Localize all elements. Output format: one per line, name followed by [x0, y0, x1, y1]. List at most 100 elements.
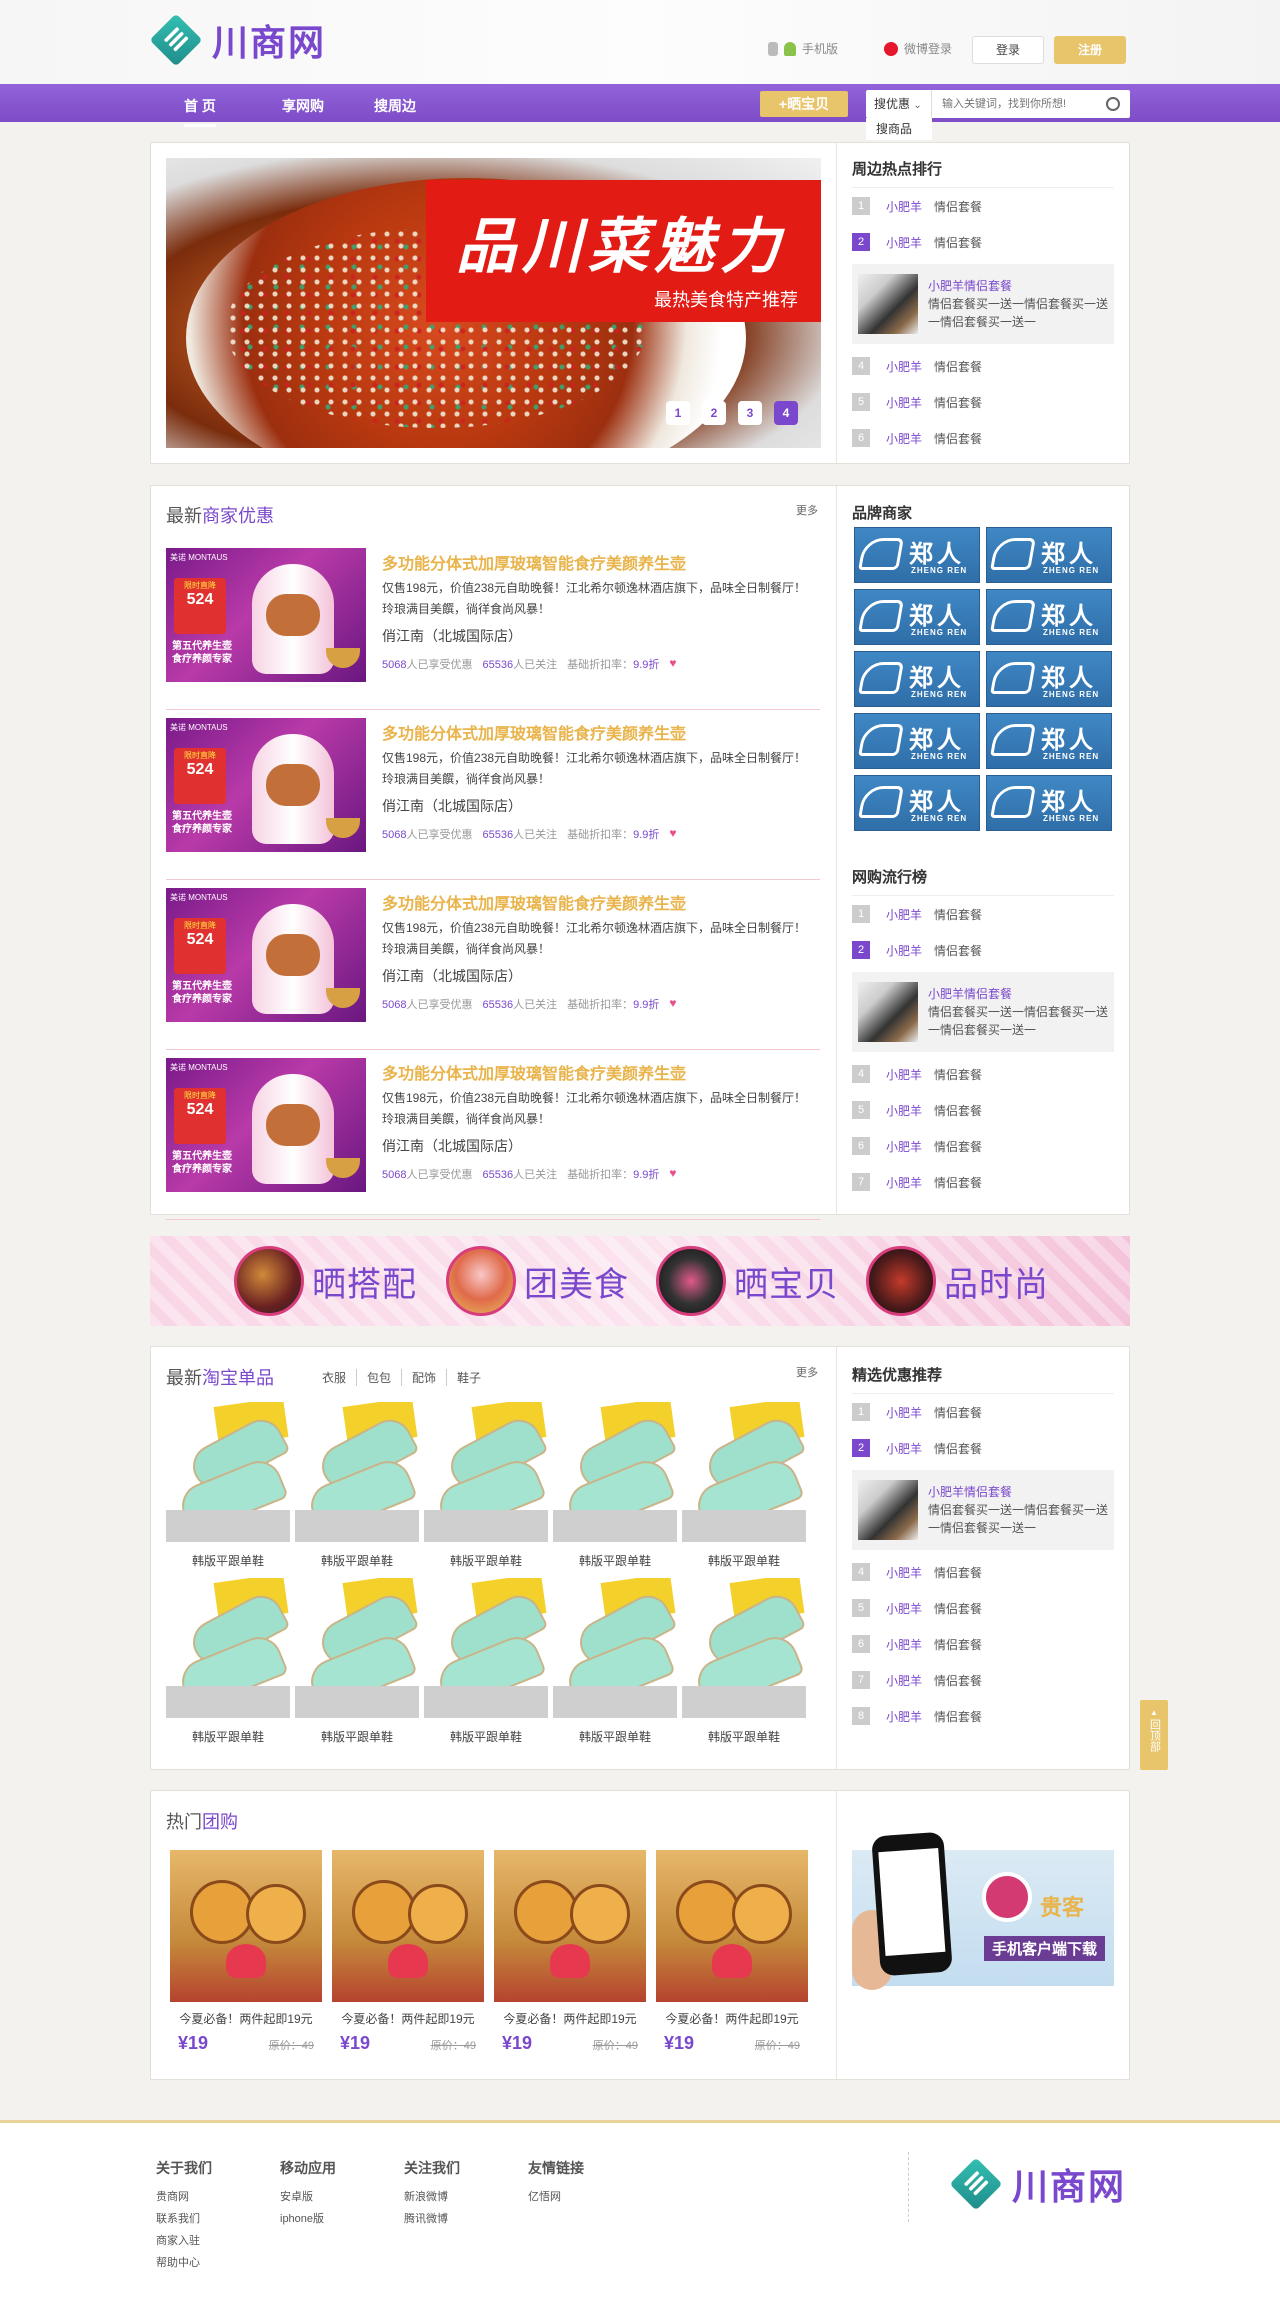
footer-link[interactable]: 安卓版 — [280, 2186, 336, 2208]
group-buy-card[interactable]: 今夏必备！两件起即19元 ¥19 原价：49 — [656, 1850, 808, 2054]
brand-logo[interactable]: 郑人 ZHENG REN — [854, 651, 980, 707]
deal-card[interactable]: 美诺 MONTAUS 限时直降 524 第五代养生壶 食疗养颜专家 多功能分体式加厚玻璃… — [166, 880, 820, 1050]
product-card[interactable]: 韩版平跟单鞋 — [424, 1402, 548, 1578]
search-input[interactable] — [932, 98, 1106, 110]
product-image[interactable] — [682, 1402, 806, 1542]
product-image[interactable] — [553, 1402, 677, 1542]
rank-row[interactable]: 7 小肥羊 情侣套餐 — [852, 1662, 1114, 1698]
rank-item[interactable]: 情侣套餐 — [934, 1066, 982, 1083]
rank-featured[interactable]: 小肥羊情侣套餐 情侣套餐买一送一情侣套餐买一送一情侣套餐买一送一 — [852, 972, 1114, 1052]
deals-more-link[interactable]: 更多 — [796, 502, 818, 518]
deal-title[interactable]: 多功能分体式加厚玻璃智能食疗美颜养生壶 — [382, 550, 686, 574]
deal-shop[interactable]: 俏江南（北城国际店） — [382, 626, 522, 646]
rank-item[interactable]: 情侣套餐 — [934, 906, 982, 923]
search-icon[interactable] — [1106, 97, 1120, 111]
banner-page-1[interactable]: 1 — [666, 401, 690, 425]
brand-logo[interactable]: 郑人 ZHENG REN — [986, 651, 1112, 707]
rank-row[interactable]: 2 小肥羊 情侣套餐 — [852, 1430, 1114, 1466]
deal-image[interactable]: 美诺 MONTAUS 限时直降 524 第五代养生壶 食疗养颜专家 — [166, 1058, 366, 1192]
footer-link[interactable]: 腾讯微博 — [404, 2208, 460, 2230]
login-button[interactable]: 登录 — [972, 36, 1044, 64]
footer-link[interactable]: iphone版 — [280, 2208, 336, 2230]
rank-row[interactable]: 5 小肥羊 情侣套餐 — [852, 384, 1114, 420]
rank-item[interactable]: 情侣套餐 — [934, 358, 982, 375]
rank-brand[interactable]: 小肥羊 — [886, 358, 922, 375]
rank-brand[interactable]: 小肥羊 — [886, 906, 922, 923]
product-card[interactable]: 韩版平跟单鞋 — [295, 1578, 419, 1754]
banner-page-4[interactable]: 4 — [774, 401, 798, 425]
group-buy-image[interactable] — [656, 1850, 808, 2002]
deal-title[interactable]: 多功能分体式加厚玻璃智能食疗美颜养生壶 — [382, 1060, 686, 1084]
tab-bags[interactable]: 包包 — [356, 1369, 401, 1386]
tab-shoes[interactable]: 鞋子 — [446, 1369, 491, 1386]
share-item-button[interactable]: +晒宝贝 — [760, 91, 848, 117]
rank-row[interactable]: 4 小肥羊 情侣套餐 — [852, 1056, 1114, 1092]
product-image[interactable] — [553, 1578, 677, 1718]
register-button[interactable]: 注册 — [1054, 36, 1126, 64]
rank-brand[interactable]: 小肥羊 — [886, 394, 922, 411]
deal-image[interactable]: 美诺 MONTAUS 限时直降 524 第五代养生壶 食疗养颜专家 — [166, 548, 366, 682]
deal-card[interactable]: 美诺 MONTAUS 限时直降 524 第五代养生壶 食疗养颜专家 多功能分体式加厚玻璃… — [166, 540, 820, 710]
rank-brand[interactable]: 小肥羊 — [886, 1672, 922, 1689]
weibo-login-link[interactable]: 微博登录 — [884, 40, 952, 57]
rank-item[interactable]: 情侣套餐 — [934, 1174, 982, 1191]
deal-image[interactable]: 美诺 MONTAUS 限时直降 524 第五代养生壶 食疗养颜专家 — [166, 888, 366, 1022]
product-card[interactable]: 韩版平跟单鞋 — [682, 1578, 806, 1754]
rank-item[interactable]: 情侣套餐 — [934, 430, 982, 447]
rank-brand[interactable]: 小肥羊 — [886, 1174, 922, 1191]
search-type-select[interactable]: 搜优惠 ⌄ — [866, 90, 932, 118]
group-buy-caption[interactable]: 今夏必备！两件起即19元 — [656, 2010, 808, 2027]
rank-featured[interactable]: 小肥羊情侣套餐 情侣套餐买一送一情侣套餐买一送一情侣套餐买一送一 — [852, 1470, 1114, 1550]
group-buy-image[interactable] — [332, 1850, 484, 2002]
product-image[interactable] — [424, 1578, 548, 1718]
product-card[interactable]: 韩版平跟单鞋 — [166, 1402, 290, 1578]
rank-item[interactable]: 情侣套餐 — [934, 1672, 982, 1689]
rank-brand[interactable]: 小肥羊 — [886, 1066, 922, 1083]
product-card[interactable]: 韩版平跟单鞋 — [295, 1402, 419, 1578]
group-buy-caption[interactable]: 今夏必备！两件起即19元 — [494, 2010, 646, 2027]
product-card[interactable]: 韩版平跟单鞋 — [166, 1578, 290, 1754]
promo-food[interactable]: 团美食 — [446, 1246, 629, 1316]
rank-brand[interactable]: 小肥羊 — [886, 1440, 922, 1457]
brand-logo[interactable]: 郑人 ZHENG REN — [986, 527, 1112, 583]
rank-row[interactable]: 8 小肥羊 情侣套餐 — [852, 1698, 1114, 1734]
rank-brand[interactable]: 小肥羊 — [886, 430, 922, 447]
heart-icon[interactable]: ♥ — [669, 826, 676, 842]
product-name[interactable]: 韩版平跟单鞋 — [295, 1552, 419, 1569]
brand-logo[interactable]: 郑人 ZHENG REN — [854, 527, 980, 583]
promo-fashion[interactable]: 品时尚 — [866, 1246, 1049, 1316]
rank-item[interactable]: 情侣套餐 — [934, 1708, 982, 1725]
category-promo-banner[interactable]: 晒搭配 团美食 晒宝贝 品时尚 — [150, 1236, 1130, 1326]
rank-item[interactable]: 情侣套餐 — [934, 198, 982, 215]
promo-items[interactable]: 晒宝贝 — [656, 1246, 839, 1316]
rank-row[interactable]: 4 小肥羊 情侣套餐 — [852, 1554, 1114, 1590]
deal-shop[interactable]: 俏江南（北城国际店） — [382, 796, 522, 816]
rank-brand[interactable]: 小肥羊 — [886, 1636, 922, 1653]
rank-item[interactable]: 情侣套餐 — [934, 1440, 982, 1457]
footer-link[interactable]: 帮助中心 — [156, 2252, 212, 2274]
product-name[interactable]: 韩版平跟单鞋 — [295, 1728, 419, 1745]
rank-item[interactable]: 情侣套餐 — [934, 1600, 982, 1617]
product-image[interactable] — [166, 1578, 290, 1718]
product-name[interactable]: 韩版平跟单鞋 — [682, 1728, 806, 1745]
rank-brand[interactable]: 小肥羊 — [886, 942, 922, 959]
rank-featured[interactable]: 小肥羊情侣套餐 情侣套餐买一送一情侣套餐买一送一情侣套餐买一送一 — [852, 264, 1114, 344]
rank-brand[interactable]: 小肥羊 — [886, 1102, 922, 1119]
rank-brand[interactable]: 小肥羊 — [886, 234, 922, 251]
footer-link[interactable]: 新浪微博 — [404, 2186, 460, 2208]
brand-logo[interactable]: 郑人 ZHENG REN — [854, 589, 980, 645]
product-card[interactable]: 韩版平跟单鞋 — [553, 1402, 677, 1578]
deal-card[interactable]: 美诺 MONTAUS 限时直降 524 第五代养生壶 食疗养颜专家 多功能分体式加厚玻璃… — [166, 1050, 820, 1220]
deal-title[interactable]: 多功能分体式加厚玻璃智能食疗美颜养生壶 — [382, 890, 686, 914]
rank-item[interactable]: 情侣套餐 — [934, 1404, 982, 1421]
rank-brand[interactable]: 小肥羊 — [886, 198, 922, 215]
rank-row[interactable]: 6 小肥羊 情侣套餐 — [852, 1128, 1114, 1164]
rank-row[interactable]: 5 小肥羊 情侣套餐 — [852, 1590, 1114, 1626]
banner-slider[interactable]: 品川菜魅力 最热美食特产推荐 1 2 3 4 — [166, 158, 821, 448]
rank-item[interactable]: 情侣套餐 — [934, 1564, 982, 1581]
banner-page-3[interactable]: 3 — [738, 401, 762, 425]
product-name[interactable]: 韩版平跟单鞋 — [682, 1552, 806, 1569]
product-name[interactable]: 韩版平跟单鞋 — [553, 1552, 677, 1569]
promo-outfit[interactable]: 晒搭配 — [234, 1246, 417, 1316]
footer-link[interactable]: 贵商网 — [156, 2186, 212, 2208]
